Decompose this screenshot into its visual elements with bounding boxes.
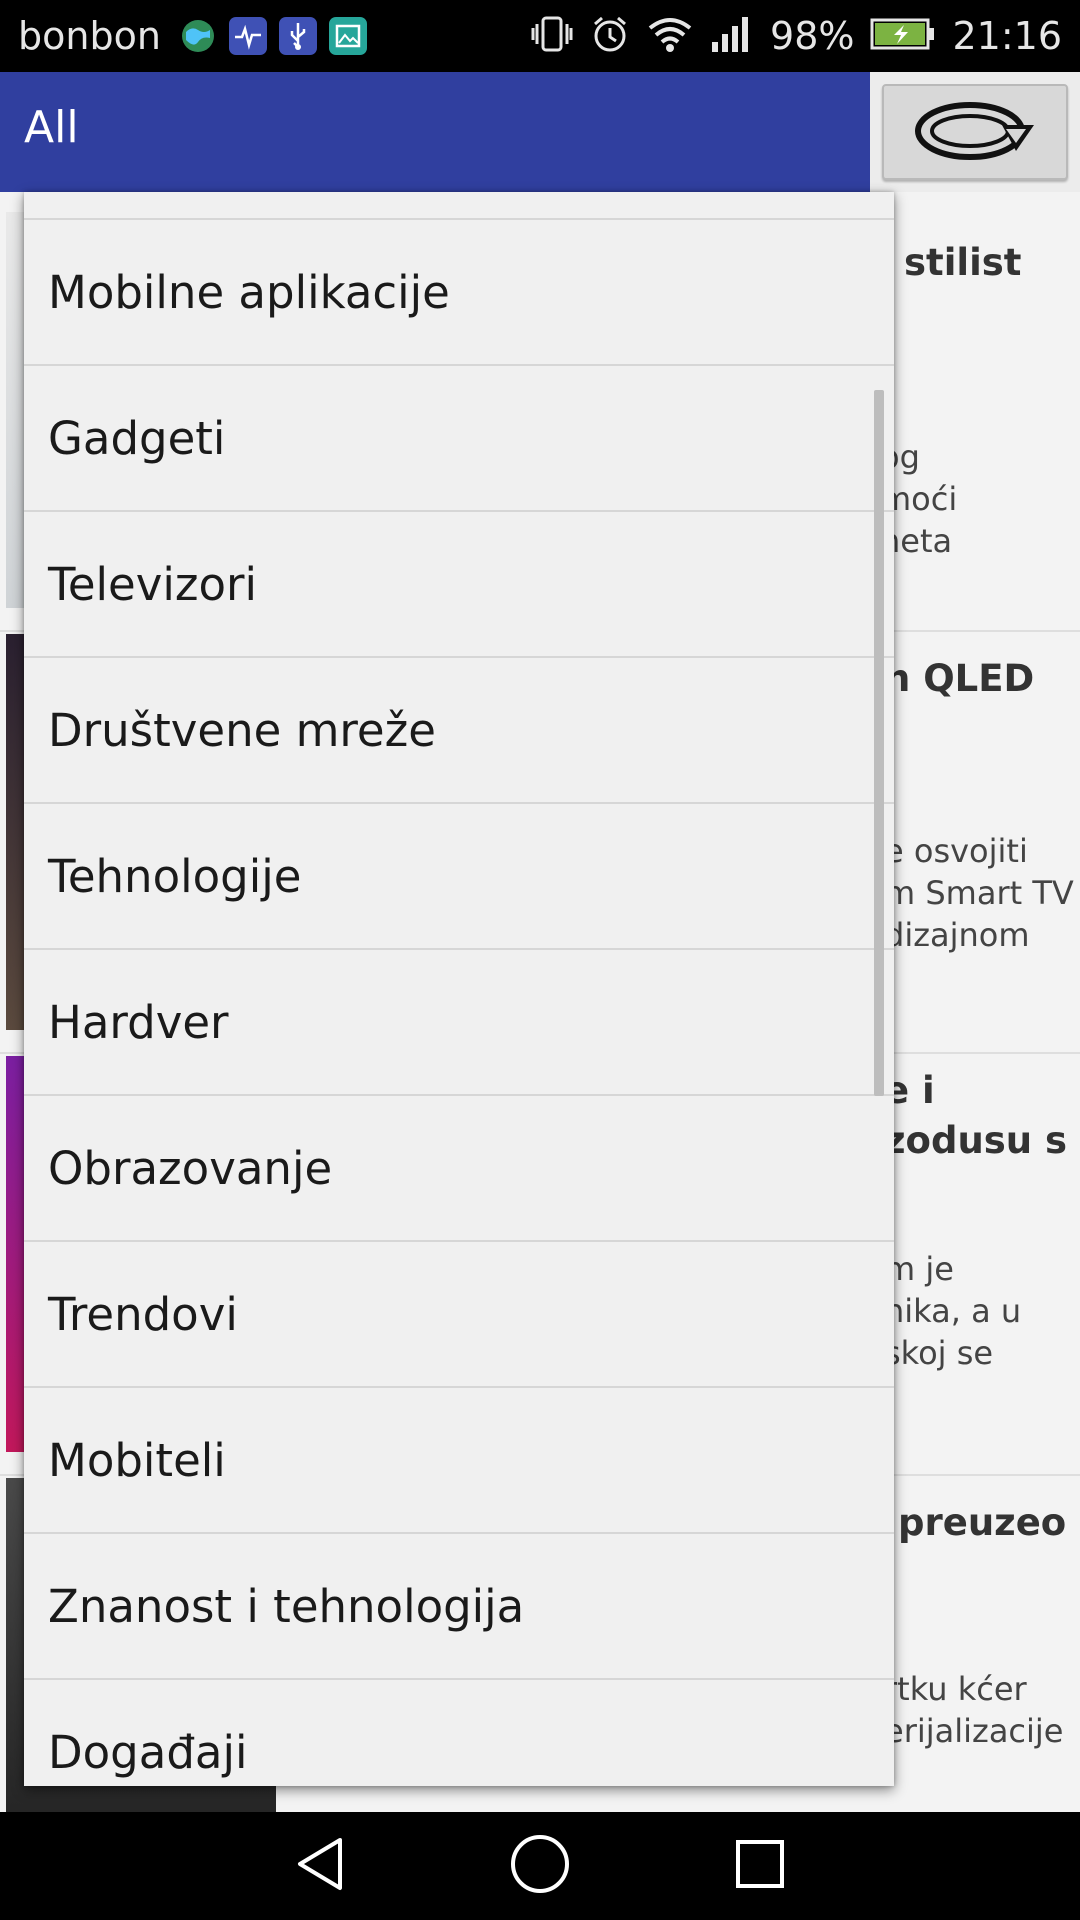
dropdown-list[interactable]: Mobilne aplikacije Gadgeti Televizori Dr… [24, 218, 894, 1786]
gallery-icon [328, 17, 367, 55]
usb-icon [278, 17, 317, 55]
status-right: 98% 21:16 [530, 14, 1062, 58]
dropdown-item[interactable]: Mobilne aplikacije [24, 218, 894, 364]
home-icon [508, 1832, 572, 1900]
carrier-name: bonbon [18, 14, 161, 58]
back-button[interactable] [285, 1831, 355, 1901]
recents-icon [732, 1836, 788, 1896]
back-icon [290, 1834, 350, 1898]
article-title: stilist [904, 241, 1022, 284]
article-snippet: rtku kćer erijalizacije [884, 1670, 1064, 1750]
refresh-icon [910, 95, 1040, 169]
dropdown-item-label: Mobiteli [48, 1433, 226, 1487]
recents-button[interactable] [725, 1831, 795, 1901]
vibrate-icon [530, 14, 574, 58]
clock: 21:16 [952, 14, 1062, 58]
dropdown-item[interactable]: Tehnologije [24, 802, 894, 948]
status-left: bonbon [18, 14, 367, 58]
dropdown-item-label: Obrazovanje [48, 1141, 333, 1195]
globe-icon [179, 17, 217, 55]
wifi-icon [646, 14, 694, 58]
category-spinner-selected[interactable]: All [24, 102, 79, 153]
dropdown-item-label: Mobilne aplikacije [48, 265, 450, 319]
article-snippet: e osvojiti m Smart TV dizajnom [884, 832, 1074, 954]
dropdown-item[interactable]: Hardver [24, 948, 894, 1094]
dropdown-item[interactable]: Trendovi [24, 1240, 894, 1386]
signal-icon [710, 14, 754, 58]
article-title: preuzeo [898, 1501, 1067, 1544]
battery-charging-icon [870, 17, 936, 55]
dropdown-item-label: Događaji [48, 1725, 248, 1779]
dropdown-item-label: Tehnologije [48, 849, 302, 903]
dropdown-item[interactable]: Društvene mreže [24, 656, 894, 802]
refresh-area [870, 72, 1080, 192]
dropdown-item-label: Gadgeti [48, 411, 226, 465]
dropdown-item-label: Društvene mreže [48, 703, 436, 757]
health-icon [228, 17, 267, 55]
home-button[interactable] [505, 1831, 575, 1901]
dropdown-item-label: Televizori [48, 557, 258, 611]
screen: bonbon 98% 21:16 stilist og moći neta h … [0, 0, 1080, 1920]
article-snippet: m je nika, a u skoj se [884, 1250, 1022, 1372]
dropdown-item[interactable]: Mobiteli [24, 1386, 894, 1532]
dropdown-item[interactable]: Gadgeti [24, 364, 894, 510]
alarm-icon [590, 14, 630, 58]
dropdown-item[interactable]: Znanost i tehnologija [24, 1532, 894, 1678]
dropdown-item-label: Trendovi [48, 1287, 238, 1341]
battery-percent: 98% [770, 14, 855, 58]
article-title: e i zodusu s [884, 1069, 1068, 1162]
dropdown-scrollbar[interactable] [874, 390, 884, 1096]
dropdown-item-label: Hardver [48, 995, 229, 1049]
dropdown-item[interactable]: Obrazovanje [24, 1094, 894, 1240]
refresh-button[interactable] [882, 84, 1068, 180]
dropdown-item-label: Znanost i tehnologija [48, 1579, 525, 1633]
article-title: h QLED [884, 657, 1035, 700]
status-bar: bonbon 98% 21:16 [0, 0, 1080, 72]
dropdown-item[interactable]: Događaji [24, 1678, 894, 1786]
category-dropdown[interactable]: Mobilne aplikacije Gadgeti Televizori Dr… [24, 192, 894, 1786]
dropdown-item[interactable]: Televizori [24, 510, 894, 656]
app-bar: All [0, 72, 870, 192]
nav-bar [0, 1812, 1080, 1920]
